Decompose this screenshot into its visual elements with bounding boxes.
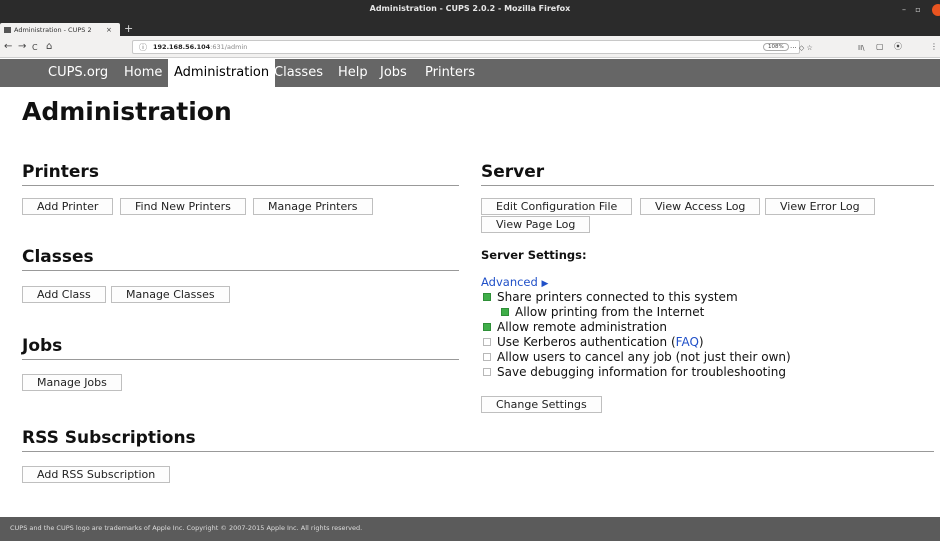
remote-admin-checkbox[interactable] — [483, 323, 491, 331]
rss-heading: RSS Subscriptions — [22, 428, 934, 452]
overflow-menu-icon[interactable]: ⋮ — [930, 41, 938, 53]
debug-logging-option[interactable]: Save debugging information for troublesh… — [483, 365, 786, 379]
nav-printers[interactable]: Printers — [425, 59, 475, 87]
nav-cups-org[interactable]: CUPS.org — [48, 59, 108, 87]
add-rss-subscription-button[interactable]: Add RSS Subscription — [22, 466, 171, 483]
kerberos-label: Use Kerberos authentication (FAQ) — [497, 335, 704, 349]
view-page-log-button[interactable]: View Page Log — [481, 216, 591, 233]
nav-administration[interactable]: Administration — [168, 59, 276, 87]
close-window-icon[interactable] — [932, 4, 940, 16]
add-printer-button[interactable]: Add Printer — [22, 198, 114, 215]
page-actions-icon[interactable]: ··· ◇ ☆ — [790, 42, 813, 54]
debug-logging-label: Save debugging information for troublesh… — [497, 365, 786, 379]
library-icon[interactable]: II\ — [858, 42, 865, 54]
nav-classes[interactable]: Classes — [274, 59, 323, 87]
jobs-heading: Jobs — [22, 336, 459, 360]
manage-printers-button[interactable]: Manage Printers — [253, 198, 373, 215]
allow-internet-printing-checkbox[interactable] — [501, 308, 509, 316]
printers-heading: Printers — [22, 162, 459, 186]
reload-icon[interactable]: C — [32, 42, 38, 54]
nav-home[interactable]: Home — [124, 59, 162, 87]
footer-text: CUPS and the CUPS logo are trademarks of… — [10, 524, 363, 532]
tab-close-icon[interactable]: × — [106, 26, 112, 34]
share-printers-checkbox[interactable] — [483, 293, 491, 301]
sidebar-icon[interactable]: ▢ — [876, 41, 884, 53]
tab-strip: Administration - CUPS 2 × + — [0, 22, 940, 36]
url-host: 192.168.56.104 — [153, 43, 211, 51]
printer-favicon-icon — [4, 26, 11, 33]
kerberos-checkbox[interactable] — [483, 338, 491, 346]
server-heading: Server — [481, 162, 934, 186]
page-footer: CUPS and the CUPS logo are trademarks of… — [0, 517, 940, 541]
remote-admin-label: Allow remote administration — [497, 320, 667, 334]
forward-icon[interactable]: → — [18, 41, 26, 53]
edit-configuration-file-button[interactable]: Edit Configuration File — [481, 198, 633, 215]
view-access-log-button[interactable]: View Access Log — [640, 198, 761, 215]
faq-link[interactable]: FAQ — [676, 335, 699, 349]
page-title: Administration — [22, 97, 232, 126]
advanced-label: Advanced — [481, 275, 538, 289]
remote-admin-option[interactable]: Allow remote administration — [483, 320, 667, 334]
account-icon[interactable]: ⦿ — [894, 41, 902, 53]
home-icon[interactable]: ⌂ — [46, 41, 52, 53]
cancel-any-job-option[interactable]: Allow users to cancel any job (not just … — [483, 350, 791, 364]
view-error-log-button[interactable]: View Error Log — [765, 198, 875, 215]
nav-jobs[interactable]: Jobs — [380, 59, 407, 87]
minimize-icon[interactable]: – — [899, 5, 909, 15]
window-title: Administration - CUPS 2.0.2 - Mozilla Fi… — [369, 4, 571, 13]
cancel-any-job-label: Allow users to cancel any job (not just … — [497, 350, 791, 364]
debug-logging-checkbox[interactable] — [483, 368, 491, 376]
nav-help[interactable]: Help — [338, 59, 368, 87]
cancel-any-job-checkbox[interactable] — [483, 353, 491, 361]
browser-tab[interactable]: Administration - CUPS 2 × — [0, 23, 120, 36]
window-titlebar: Administration - CUPS 2.0.2 - Mozilla Fi… — [0, 0, 940, 22]
share-printers-label: Share printers connected to this system — [497, 290, 738, 304]
expand-arrow-icon: ▶ — [541, 279, 549, 289]
advanced-link[interactable]: Advanced ▶ — [481, 275, 548, 289]
zoom-badge[interactable]: 108% — [763, 43, 789, 51]
classes-heading: Classes — [22, 247, 459, 271]
maximize-icon[interactable]: ▫ — [913, 5, 923, 15]
cups-navigation: CUPS.org Home Administration Classes Hel… — [0, 59, 940, 87]
kerberos-label-suffix: ) — [698, 335, 704, 349]
url-path: :631/admin — [210, 43, 248, 51]
kerberos-label-text: Use Kerberos authentication ( — [497, 335, 676, 349]
kerberos-option[interactable]: Use Kerberos authentication (FAQ) — [483, 335, 704, 349]
manage-jobs-button[interactable]: Manage Jobs — [22, 374, 122, 391]
change-settings-button[interactable]: Change Settings — [481, 396, 602, 413]
find-new-printers-button[interactable]: Find New Printers — [120, 198, 246, 215]
allow-internet-printing-label: Allow printing from the Internet — [515, 305, 705, 319]
add-class-button[interactable]: Add Class — [22, 286, 106, 303]
new-tab-icon[interactable]: + — [124, 22, 133, 36]
back-icon[interactable]: ← — [4, 41, 12, 53]
browser-toolbar: ← → C ⌂ ⓘ 192.168.56.104:631/admin 108% … — [0, 36, 940, 58]
server-settings-heading: Server Settings: — [481, 248, 587, 262]
allow-internet-printing-option[interactable]: Allow printing from the Internet — [501, 305, 704, 319]
tab-label: Administration - CUPS 2 — [14, 25, 92, 34]
manage-classes-button[interactable]: Manage Classes — [111, 286, 230, 303]
site-info-icon[interactable]: ⓘ — [139, 42, 147, 53]
url-bar[interactable]: ⓘ 192.168.56.104:631/admin — [132, 40, 800, 54]
url-text: 192.168.56.104:631/admin — [153, 43, 247, 51]
share-printers-option[interactable]: Share printers connected to this system — [483, 290, 738, 304]
